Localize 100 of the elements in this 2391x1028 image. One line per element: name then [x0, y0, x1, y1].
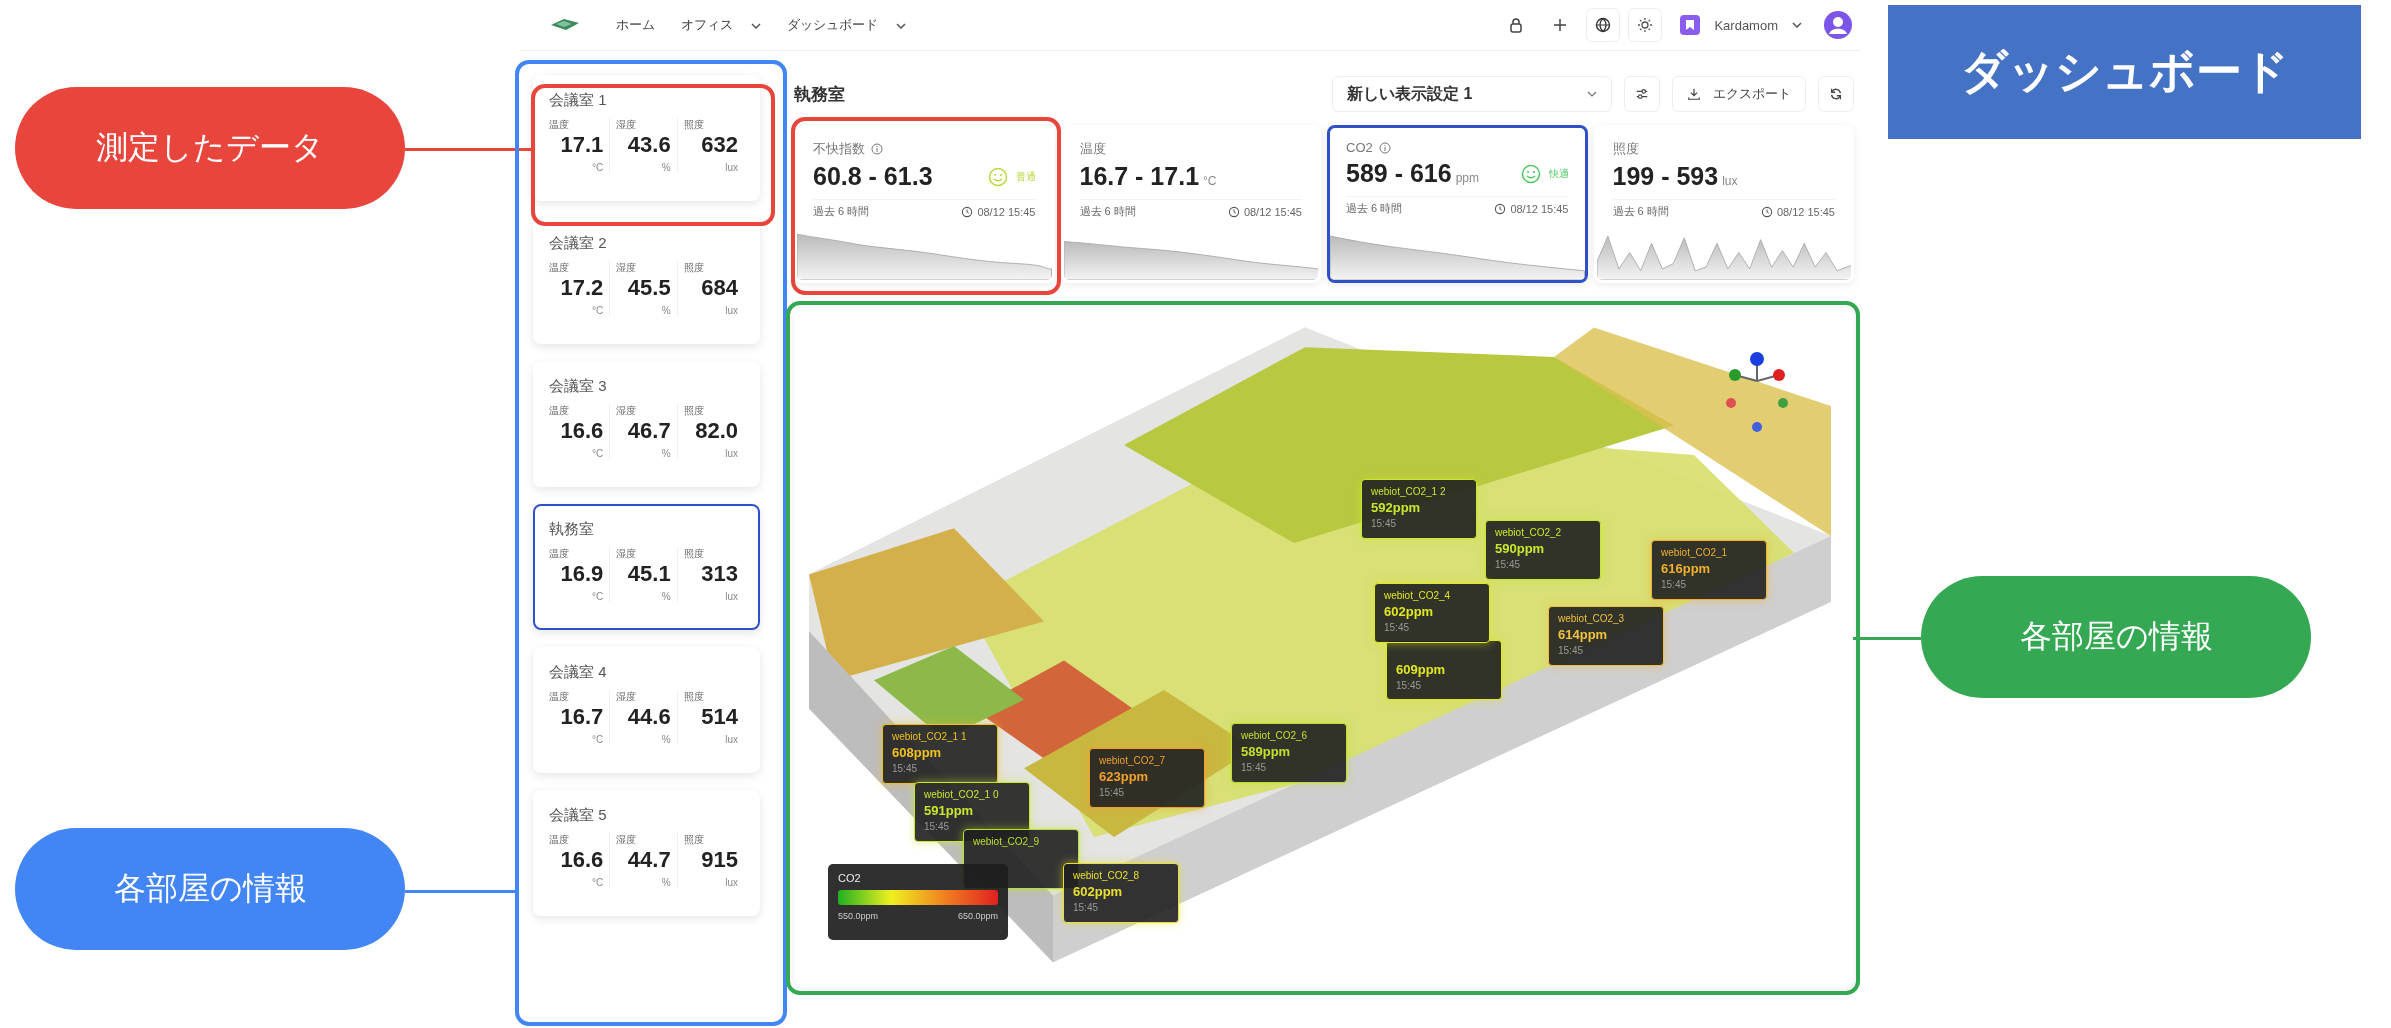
- user-menu[interactable]: Kardamom: [1708, 16, 1784, 34]
- callout-label: 各部屋の情報: [1921, 576, 2311, 698]
- sensor-tag[interactable]: webiot_CO2_6 589ppm 15:45: [1231, 723, 1347, 783]
- metric-range: 199 - 593: [1612, 162, 1719, 191]
- reading-value: 313: [700, 561, 738, 587]
- workspace-icon[interactable]: [1680, 15, 1701, 35]
- sensor-tag[interactable]: webiot_CO2_2 590ppm 15:45: [1485, 520, 1601, 580]
- metric-card[interactable]: CO2 589 - 616 ppm 快適 過去 6 時間 08/12 15:45: [1327, 125, 1588, 283]
- period-label: 過去 6 時間: [1612, 204, 1669, 219]
- sensor-name: webiot_CO2_6: [1241, 730, 1309, 741]
- reading-label: 照度: [683, 261, 705, 275]
- updated-time: 08/12 15:45: [977, 205, 1036, 218]
- logo-icon[interactable]: [550, 17, 580, 33]
- sensor-reading: 614ppm: [1558, 627, 1609, 642]
- reading-unit: %: [660, 734, 671, 745]
- room-name: 会議室 4: [549, 663, 608, 682]
- plus-icon[interactable]: [1552, 17, 1569, 33]
- sensor-name: webiot_CO2_2: [1495, 527, 1563, 538]
- sensor-tag[interactable]: webiot_CO2_1 1 608ppm 15:45: [882, 724, 998, 784]
- info-icon[interactable]: [1378, 141, 1391, 154]
- sensor-tag[interactable]: webiot_CO2_8 602ppm 15:45: [1063, 863, 1179, 923]
- period-label: 過去 6 時間: [1079, 204, 1136, 219]
- room-name: 会議室 5: [549, 806, 608, 825]
- globe-button[interactable]: [1586, 8, 1621, 42]
- reading-value: 45.5: [626, 275, 671, 301]
- breadcrumb-link[interactable]: ダッシュボード: [783, 16, 910, 34]
- sensor-name: webiot_CO2_1 0: [924, 789, 1000, 800]
- reading-value: 684: [700, 275, 738, 301]
- room-card[interactable]: 会議室 5 温度 16.6 °C 湿度 44.7 % 照度 915 lux: [533, 790, 760, 916]
- chevron-down-icon: [896, 22, 906, 29]
- breadcrumb-link[interactable]: ホーム: [612, 16, 659, 34]
- updated-time: 08/12 15:45: [1776, 205, 1835, 218]
- metric-label: 温度: [1079, 140, 1106, 158]
- sensor-reading: 609ppm: [1396, 662, 1447, 677]
- reading-label: 温度: [549, 690, 570, 704]
- room-card[interactable]: 会議室 4 温度 16.7 °C 湿度 44.6 % 照度 514 lux: [533, 647, 760, 773]
- export-button[interactable]: エクスポート: [1672, 76, 1806, 112]
- reading-unit: lux: [724, 591, 738, 602]
- metric-card[interactable]: 不快指数 60.8 - 61.3 普通 過去 6 時間 08/12 15:45: [794, 125, 1055, 283]
- history-icon: [1227, 205, 1240, 218]
- refresh-icon: [1829, 87, 1843, 101]
- room-card[interactable]: 会議室 1 温度 17.1 °C 湿度 43.6 % 照度 632 lux: [533, 75, 760, 201]
- leader-line: [1853, 637, 1921, 640]
- sensor-tag[interactable]: webiot_CO2_7 623ppm 15:45: [1089, 748, 1205, 808]
- legend-title: CO2: [838, 872, 862, 884]
- sliders-icon: [1635, 87, 1649, 101]
- room-card[interactable]: 執務室 温度 16.9 °C 湿度 45.1 % 照度 313 lux: [533, 504, 760, 630]
- sensor-time: 15:45: [924, 821, 951, 832]
- reading-unit: lux: [724, 448, 738, 459]
- reading-unit: %: [660, 305, 671, 316]
- metric-label: CO2: [1346, 140, 1373, 155]
- sensor-tag[interactable]: webiot_CO2_1 2 592ppm 15:45: [1361, 479, 1477, 539]
- breadcrumb-link[interactable]: オフィス: [677, 16, 765, 34]
- chevron-down-icon[interactable]: [1792, 22, 1802, 28]
- reading-label: 湿度: [616, 690, 638, 704]
- reading-label: 温度: [549, 547, 570, 561]
- refresh-button[interactable]: [1818, 76, 1854, 112]
- reading-label: 湿度: [616, 404, 638, 418]
- sensor-time: 15:45: [892, 763, 919, 774]
- metric-range: 589 - 616: [1346, 159, 1452, 188]
- room-title: 執務室: [794, 83, 845, 106]
- reading-unit: %: [660, 591, 671, 602]
- reading-label: 照度: [683, 404, 705, 418]
- room-card[interactable]: 会議室 3 温度 16.6 °C 湿度 46.7 % 照度 82.0 lux: [533, 361, 760, 487]
- sensor-reading: 623ppm: [1099, 769, 1150, 784]
- sensor-tag[interactable]: webiot_CO2_3 614ppm 15:45: [1548, 606, 1664, 666]
- view-select[interactable]: 新しい表示設定 1: [1332, 76, 1612, 112]
- sensor-reading: 590ppm: [1495, 541, 1546, 556]
- sensor-reading: 608ppm: [892, 745, 943, 760]
- updated-time: 08/12 15:45: [1510, 202, 1569, 215]
- reading-label: 湿度: [616, 547, 638, 561]
- sensor-time: 15:45: [1661, 579, 1688, 590]
- metric-label: 照度: [1612, 140, 1639, 158]
- info-icon[interactable]: [871, 143, 883, 155]
- scale-min: 550.0ppm: [838, 911, 879, 921]
- sensor-name: webiot_CO2_7: [1099, 755, 1167, 766]
- reading-value: 17.1: [559, 132, 604, 158]
- reading-unit: °C: [591, 305, 604, 316]
- reading-value: 46.7: [626, 418, 671, 444]
- sensor-name: webiot_CO2_4: [1384, 590, 1452, 601]
- sensor-time: 15:45: [1073, 902, 1100, 913]
- history-icon: [961, 205, 974, 218]
- sensor-name: webiot_CO2_3: [1558, 613, 1626, 624]
- reading-unit: °C: [591, 162, 604, 173]
- settings-button[interactable]: [1624, 76, 1660, 112]
- period-label: 過去 6 時間: [1346, 201, 1403, 216]
- theme-button[interactable]: [1628, 8, 1663, 42]
- metric-unit: °C: [1203, 174, 1217, 188]
- sensor-time: 15:45: [1099, 787, 1126, 798]
- sun-icon: [1637, 17, 1654, 33]
- room-card[interactable]: 会議室 2 温度 17.2 °C 湿度 45.5 % 照度 684 lux: [533, 218, 760, 344]
- sensor-tag[interactable]: webiot_CO2_4 602ppm 15:45: [1374, 583, 1490, 643]
- callout-label: 各部屋の情報: [15, 828, 405, 950]
- lock-icon[interactable]: [1508, 17, 1525, 33]
- sensor-tag[interactable]: webiot_CO2_1 616ppm 15:45: [1651, 540, 1767, 600]
- sensor-tag[interactable]: 609ppm 15:45: [1386, 640, 1502, 700]
- sensor-reading: 591ppm: [924, 803, 975, 818]
- sensor-reading: 589ppm: [1241, 744, 1292, 759]
- room-name: 会議室 2: [549, 234, 608, 253]
- avatar-icon[interactable]: [1824, 11, 1852, 39]
